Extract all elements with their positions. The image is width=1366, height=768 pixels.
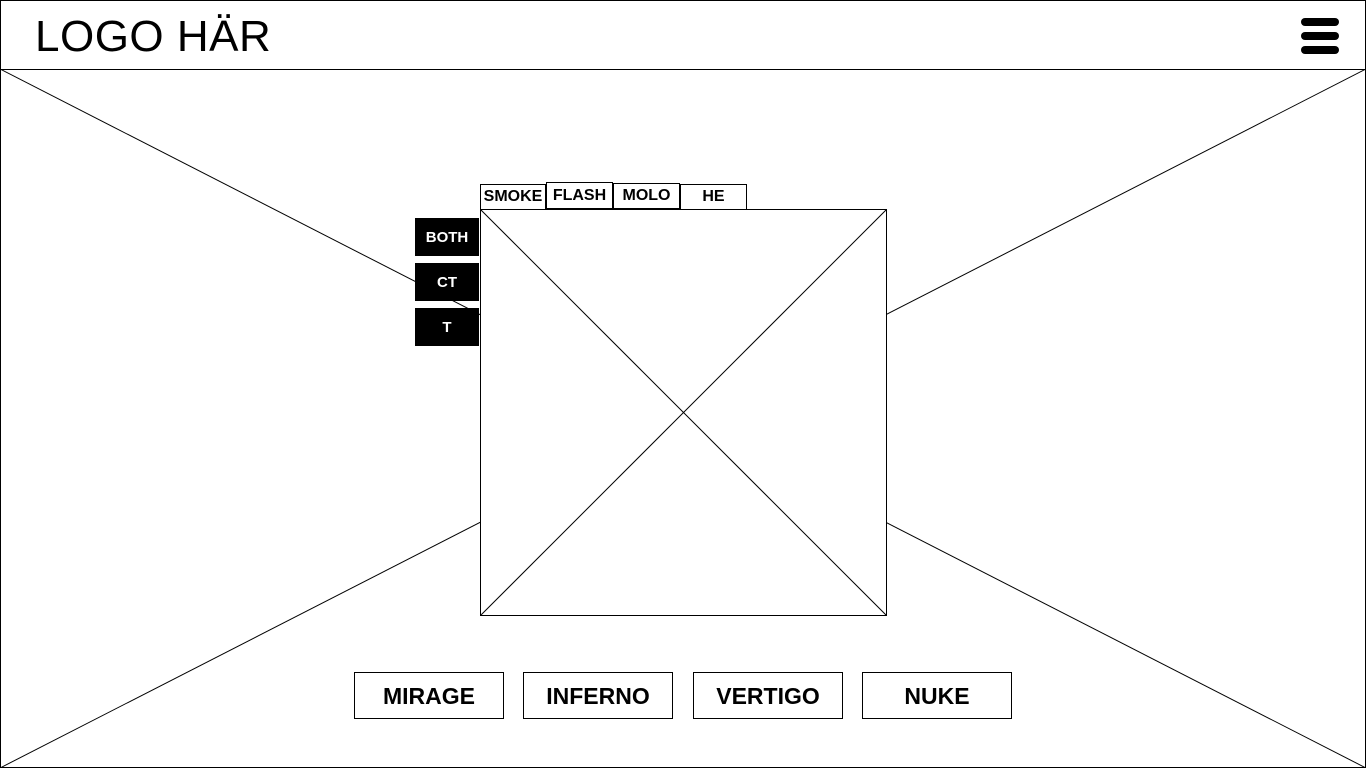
map-nuke-button[interactable]: NUKE	[862, 672, 1012, 719]
tab-smoke[interactable]: SMOKE	[480, 184, 546, 210]
tab-flash[interactable]: FLASH	[546, 182, 613, 209]
logo[interactable]: LOGO HÄR	[35, 13, 271, 61]
hamburger-menu-icon[interactable]	[1301, 18, 1339, 54]
map-mirage-button[interactable]: MIRAGE	[354, 672, 504, 719]
panel-placeholder-graphic	[481, 210, 886, 615]
tab-molo[interactable]: MOLO	[613, 183, 680, 209]
map-inferno-button[interactable]: INFERNO	[523, 672, 673, 719]
lineup-image-placeholder	[480, 209, 887, 616]
tab-he[interactable]: HE	[680, 184, 747, 210]
menu-bar	[1301, 46, 1339, 54]
map-vertigo-button[interactable]: VERTIGO	[693, 672, 843, 719]
menu-bar	[1301, 32, 1339, 40]
filter-ct-button[interactable]: CT	[415, 263, 479, 301]
menu-bar	[1301, 18, 1339, 26]
site-header: LOGO HÄR	[0, 0, 1366, 70]
filter-both-button[interactable]: BOTH	[415, 218, 479, 256]
filter-t-button[interactable]: T	[415, 308, 479, 346]
